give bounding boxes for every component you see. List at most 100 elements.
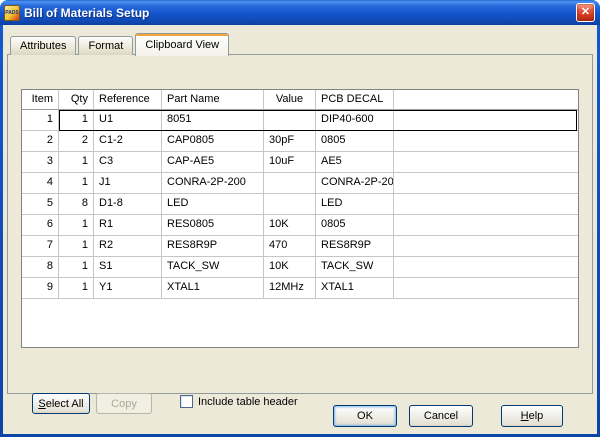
cell-filler — [394, 236, 578, 257]
cell-part-name: 8051 — [162, 110, 264, 131]
cell-pcb-decal: XTAL1 — [316, 278, 394, 299]
table-row[interactable]: 91Y1XTAL112MHzXTAL1 — [22, 278, 578, 299]
help-button[interactable]: Help — [501, 405, 563, 427]
cell-filler — [394, 173, 578, 194]
cell-item: 9 — [22, 278, 59, 299]
cell-item: 4 — [22, 173, 59, 194]
cell-reference: R2 — [94, 236, 162, 257]
cell-item: 5 — [22, 194, 59, 215]
table-row[interactable]: 22C1-2CAP080530pF0805 — [22, 131, 578, 152]
cell-part-name: XTAL1 — [162, 278, 264, 299]
cell-qty: 1 — [59, 173, 94, 194]
tab-attributes[interactable]: Attributes — [10, 36, 76, 55]
cell-qty: 1 — [59, 152, 94, 173]
column-header-qty: Qty — [59, 90, 94, 109]
cell-reference: R1 — [94, 215, 162, 236]
cell-value — [264, 110, 316, 131]
include-table-header-option[interactable]: Include table header — [180, 395, 298, 408]
copy-button[interactable]: Copy — [96, 393, 152, 414]
cell-pcb-decal: RES8R9P — [316, 236, 394, 257]
cell-value: 10K — [264, 215, 316, 236]
column-header-pcb-decal: PCB DECAL — [316, 90, 394, 109]
cell-value: 470 — [264, 236, 316, 257]
dialog-window: PADS Bill of Materials Setup ✕ Attribute… — [0, 0, 600, 437]
cell-filler — [394, 278, 578, 299]
tab-clipboard-view[interactable]: Clipboard View — [135, 33, 229, 56]
table-row[interactable]: 41J1CONRA-2P-200CONRA-2P-200 — [22, 173, 578, 194]
cell-value: 30pF — [264, 131, 316, 152]
cell-qty: 2 — [59, 131, 94, 152]
tab-format[interactable]: Format — [78, 36, 133, 55]
select-all-button[interactable]: Select All — [32, 393, 90, 414]
cell-value — [264, 194, 316, 215]
cell-value: 12MHz — [264, 278, 316, 299]
cell-item: 3 — [22, 152, 59, 173]
column-header-value: Value — [264, 90, 316, 109]
cancel-button[interactable]: Cancel — [409, 405, 473, 427]
cell-part-name: CAP-AE5 — [162, 152, 264, 173]
cell-reference: Y1 — [94, 278, 162, 299]
table-body: 11U18051DIP40-60022C1-2CAP080530pF080531… — [22, 110, 578, 299]
bom-table: Item Qty Reference Part Name Value PCB D… — [21, 89, 579, 348]
cell-pcb-decal: DIP40-600 — [316, 110, 394, 131]
cell-qty: 1 — [59, 278, 94, 299]
cell-pcb-decal: 0805 — [316, 131, 394, 152]
clipboard-view-panel: Item Qty Reference Part Name Value PCB D… — [7, 54, 593, 394]
cell-part-name: RES0805 — [162, 215, 264, 236]
cell-filler — [394, 110, 578, 131]
cell-qty: 1 — [59, 215, 94, 236]
cell-qty: 1 — [59, 236, 94, 257]
table-header-row: Item Qty Reference Part Name Value PCB D… — [22, 90, 578, 110]
close-icon[interactable]: ✕ — [576, 3, 595, 22]
cancel-label: Cancel — [424, 410, 458, 422]
titlebar[interactable]: PADS Bill of Materials Setup ✕ — [0, 0, 600, 25]
table-row[interactable]: 71R2RES8R9P470RES8R9P — [22, 236, 578, 257]
cell-filler — [394, 131, 578, 152]
cell-item: 6 — [22, 215, 59, 236]
column-header-reference: Reference — [94, 90, 162, 109]
cell-reference: J1 — [94, 173, 162, 194]
table-row[interactable]: 31C3CAP-AE510uFAE5 — [22, 152, 578, 173]
ok-button[interactable]: OK — [333, 405, 397, 427]
cell-pcb-decal: 0805 — [316, 215, 394, 236]
cell-pcb-decal: LED — [316, 194, 394, 215]
cell-filler — [394, 215, 578, 236]
column-header-part-name: Part Name — [162, 90, 264, 109]
cell-qty: 1 — [59, 257, 94, 278]
cell-qty: 8 — [59, 194, 94, 215]
cell-pcb-decal: AE5 — [316, 152, 394, 173]
window-title: Bill of Materials Setup — [24, 6, 149, 20]
cell-part-name: LED — [162, 194, 264, 215]
include-table-header-label: Include table header — [198, 396, 298, 408]
cell-part-name: TACK_SW — [162, 257, 264, 278]
table-row[interactable]: 81S1TACK_SW10KTACK_SW — [22, 257, 578, 278]
cell-item: 1 — [22, 110, 59, 131]
cell-value: 10uF — [264, 152, 316, 173]
help-label: Help — [521, 410, 544, 422]
cell-part-name: CAP0805 — [162, 131, 264, 152]
copy-label: Copy — [111, 398, 137, 410]
include-table-header-checkbox — [180, 395, 193, 408]
cell-pcb-decal: TACK_SW — [316, 257, 394, 278]
cell-item: 7 — [22, 236, 59, 257]
cell-reference: S1 — [94, 257, 162, 278]
cell-pcb-decal: CONRA-2P-200 — [316, 173, 394, 194]
cell-value — [264, 173, 316, 194]
ok-label: OK — [357, 410, 373, 422]
cell-part-name: RES8R9P — [162, 236, 264, 257]
table-row[interactable]: 61R1RES080510K0805 — [22, 215, 578, 236]
cell-item: 8 — [22, 257, 59, 278]
table-row[interactable]: 58D1-8LEDLED — [22, 194, 578, 215]
cell-reference: C3 — [94, 152, 162, 173]
cell-qty: 1 — [59, 110, 94, 131]
cell-filler — [394, 152, 578, 173]
tab-strip: Attributes Format Clipboard View — [10, 32, 231, 55]
pads-app-icon: PADS — [4, 5, 20, 21]
table-row[interactable]: 11U18051DIP40-600 — [22, 110, 578, 131]
select-all-label: Select All — [38, 398, 83, 410]
cell-item: 2 — [22, 131, 59, 152]
cell-part-name: CONRA-2P-200 — [162, 173, 264, 194]
column-header-item: Item — [22, 90, 59, 109]
dialog-body: Attributes Format Clipboard View Item Qt… — [3, 25, 597, 434]
cell-reference: C1-2 — [94, 131, 162, 152]
